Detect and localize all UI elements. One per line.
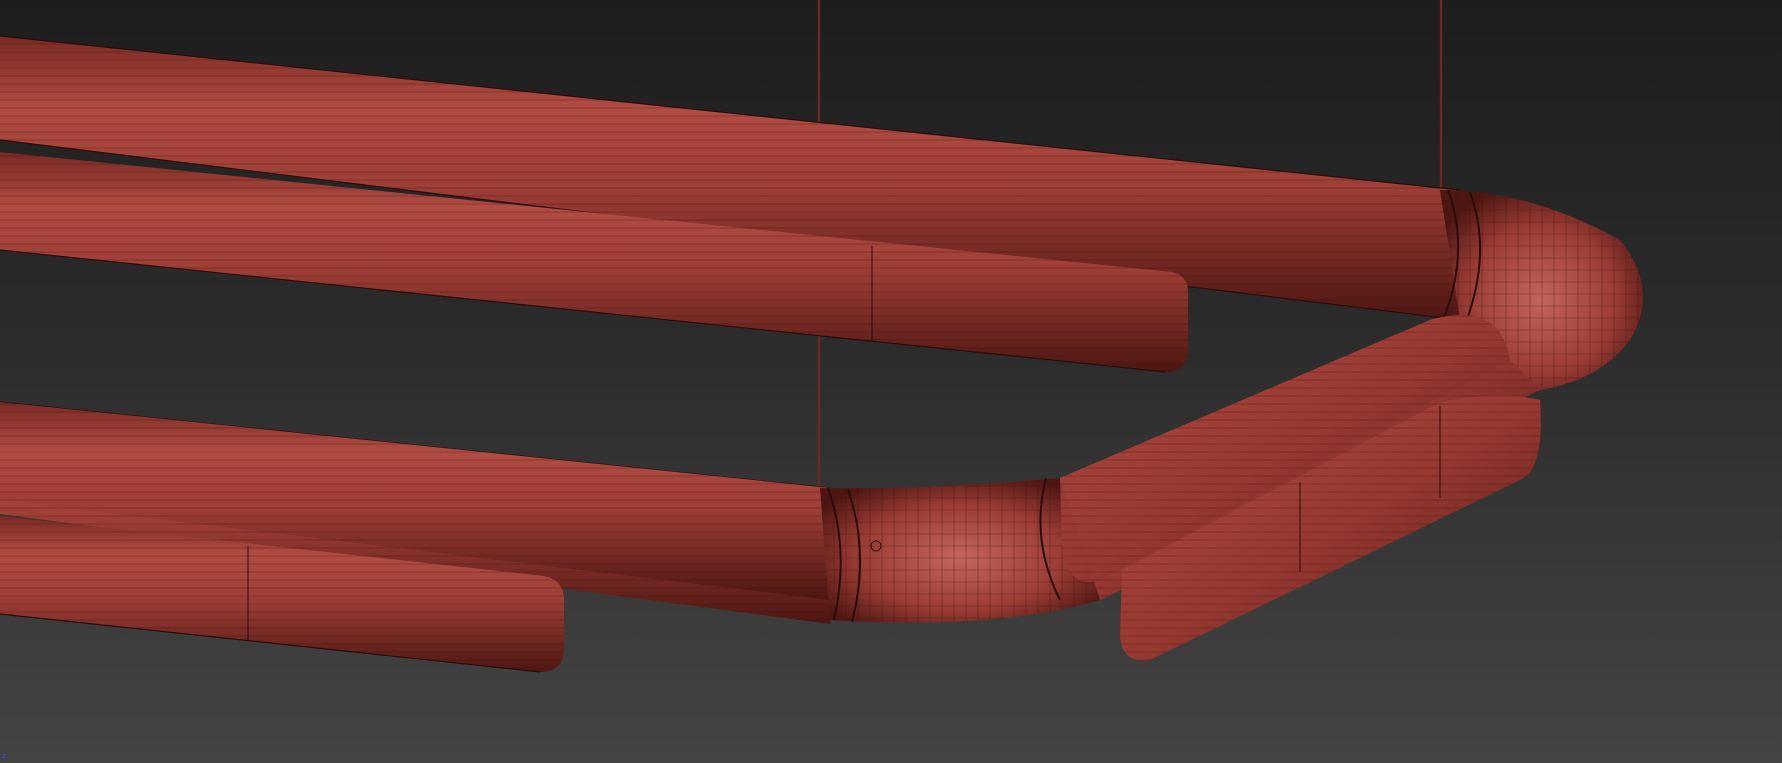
scene-canvas[interactable]	[0, 0, 1782, 763]
lower-elbow[interactable]	[820, 477, 1100, 623]
axis-gizmo-icon: z	[2, 751, 12, 761]
axis-gizmo-label: z	[2, 752, 6, 760]
3d-viewport[interactable]: z	[0, 0, 1782, 763]
